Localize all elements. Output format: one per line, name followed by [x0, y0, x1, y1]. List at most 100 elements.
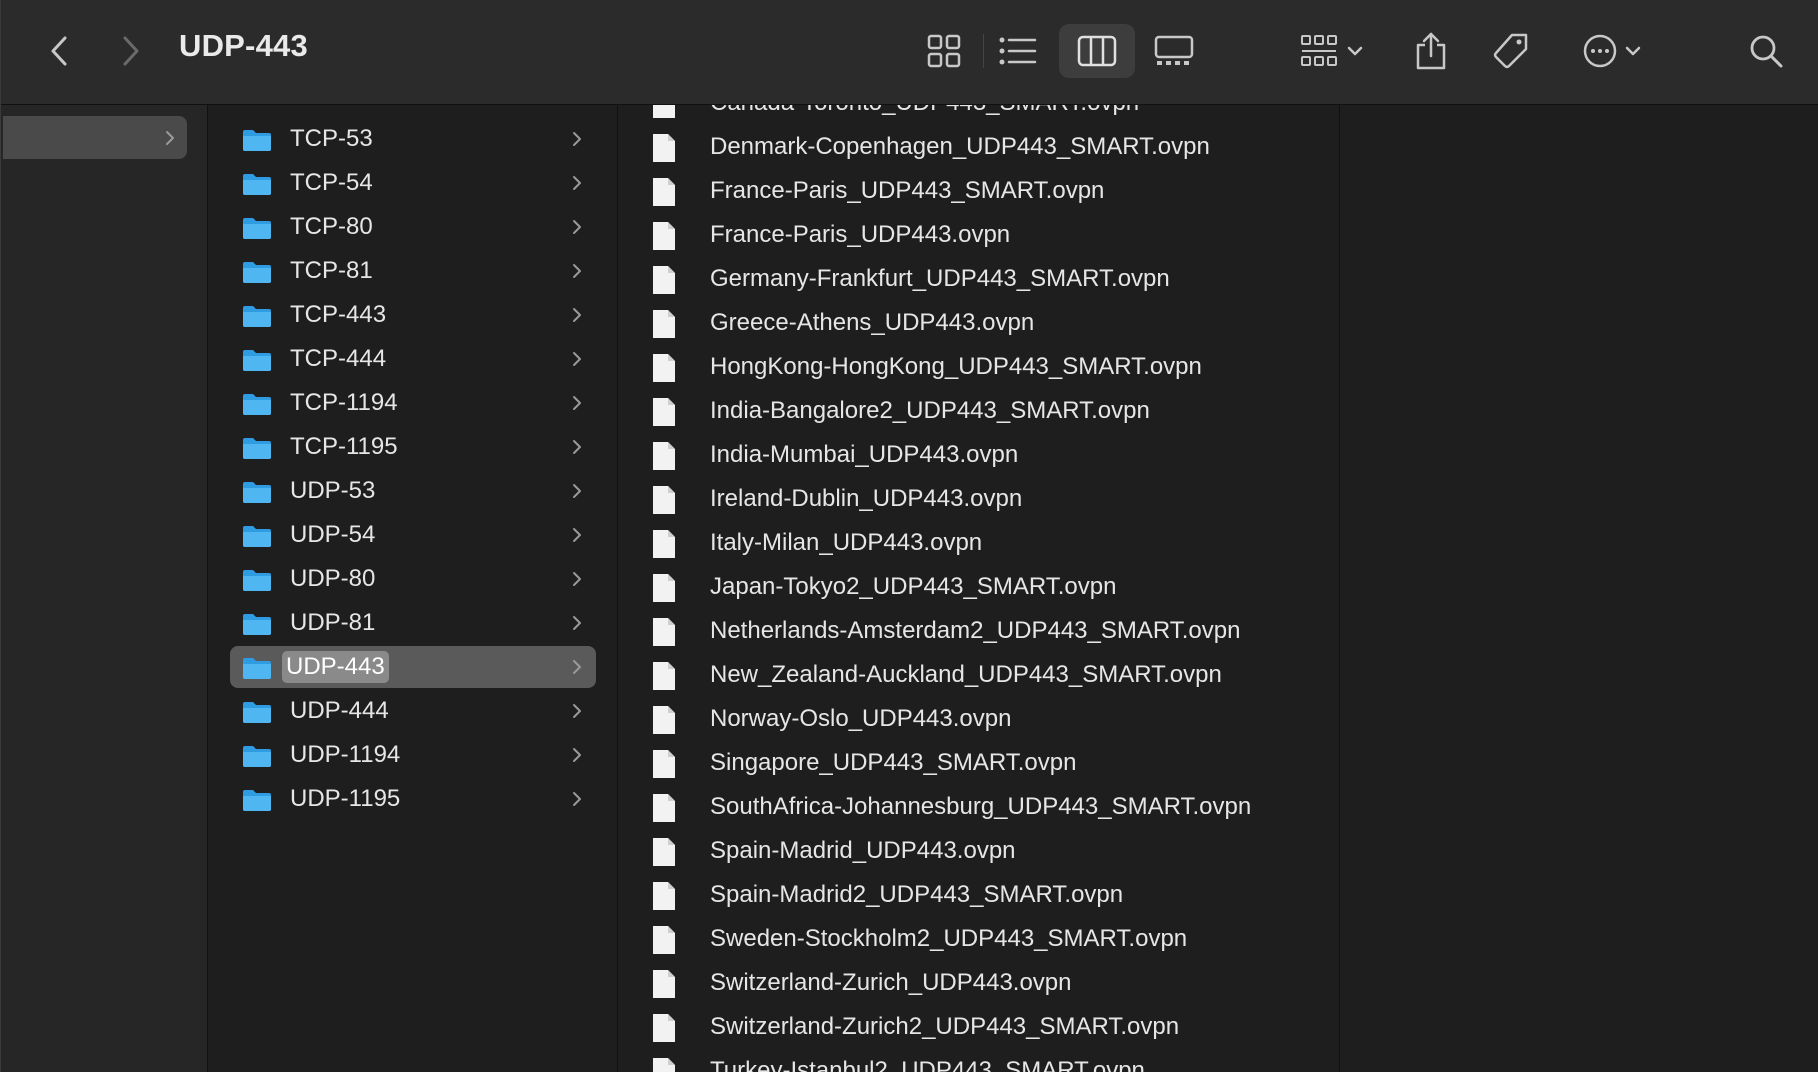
ellipsis-circle-icon [1583, 34, 1617, 68]
forward-button[interactable] [113, 30, 149, 72]
folder-row-udp-444[interactable]: UDP-444 [230, 690, 596, 732]
folder-row-udp-81[interactable]: UDP-81 [230, 602, 596, 644]
file-row[interactable]: France-Paris_UDP443.ovpn [652, 215, 1332, 255]
folder-row-tcp-1194[interactable]: TCP-1194 [230, 382, 596, 424]
chevron-right-icon [573, 528, 581, 542]
document-icon [653, 354, 675, 382]
chevron-right-icon [573, 220, 581, 234]
chevron-right-icon [573, 440, 581, 454]
file-row[interactable]: Turkey-Istanbul2_UDP443_SMART.ovpn [652, 1051, 1332, 1072]
files-column: Canada-Toronto_UDP443_SMART.ovpn Denmark… [618, 105, 1340, 1072]
document-icon [653, 398, 675, 426]
file-row[interactable]: Norway-Oslo_UDP443.ovpn [652, 699, 1332, 739]
column-view-button[interactable] [1059, 24, 1135, 78]
document-icon [653, 750, 675, 778]
file-row[interactable]: Netherlands-Amsterdam2_UDP443_SMART.ovpn [652, 611, 1332, 651]
preview-column [1340, 105, 1818, 1072]
file-row[interactable]: Singapore_UDP443_SMART.ovpn [652, 743, 1332, 783]
document-icon [653, 970, 675, 998]
folder-row-tcp-54[interactable]: TCP-54 [230, 162, 596, 204]
document-icon [653, 662, 675, 690]
chevron-right-icon [573, 484, 581, 498]
document-icon [653, 530, 675, 558]
file-row[interactable]: New_Zealand-Auckland_UDP443_SMART.ovpn [652, 655, 1332, 695]
folder-row-tcp-1195[interactable]: TCP-1195 [230, 426, 596, 468]
more-actions-button[interactable] [1573, 26, 1651, 76]
folder-icon [243, 658, 271, 679]
folder-row-udp-443[interactable]: UDP-443 [230, 646, 596, 688]
share-button[interactable] [1409, 24, 1453, 78]
file-label: Italy-Milan_UDP443.ovpn [710, 529, 983, 556]
file-label: Switzerland-Zurich_UDP443.ovpn [710, 969, 1072, 996]
folder-icon [243, 262, 271, 283]
folder-label: UDP-1194 [290, 741, 401, 768]
folder-row-tcp-444[interactable]: TCP-444 [230, 338, 596, 380]
folder-row-udp-1195[interactable]: UDP-1195 [230, 778, 596, 820]
chevron-down-icon [1347, 46, 1363, 56]
gallery-view-button[interactable] [1143, 26, 1205, 76]
document-icon [653, 1058, 675, 1072]
file-row[interactable]: Switzerland-Zurich_UDP443.ovpn [652, 963, 1332, 1003]
list-icon [999, 37, 1037, 65]
file-label: Denmark-Copenhagen_UDP443_SMART.ovpn [710, 133, 1210, 160]
file-label: Switzerland-Zurich2_UDP443_SMART.ovpn [710, 1013, 1180, 1040]
chevron-right-icon [573, 704, 581, 718]
toolbar-divider [983, 34, 984, 68]
file-label: SouthAfrica-Johannesburg_UDP443_SMART.ov… [710, 793, 1252, 820]
parent-column [1, 105, 208, 1072]
file-label: Spain-Madrid_UDP443.ovpn [710, 837, 1016, 864]
file-row[interactable]: Spain-Madrid_UDP443.ovpn [652, 831, 1332, 871]
chevron-right-icon [573, 308, 581, 322]
folder-label: UDP-1195 [290, 785, 401, 812]
search-button[interactable] [1743, 26, 1789, 76]
folder-row-tcp-443[interactable]: TCP-443 [230, 294, 596, 336]
file-row[interactable]: Switzerland-Zurich2_UDP443_SMART.ovpn [652, 1007, 1332, 1047]
folder-icon [243, 614, 271, 635]
folder-row-tcp-80[interactable]: TCP-80 [230, 206, 596, 248]
file-label: Turkey-Istanbul2_UDP443_SMART.ovpn [710, 1057, 1145, 1072]
file-label: India-Mumbai_UDP443.ovpn [710, 441, 1019, 468]
file-row[interactable]: Germany-Frankfurt_UDP443_SMART.ovpn [652, 259, 1332, 299]
folder-row-udp-1194[interactable]: UDP-1194 [230, 734, 596, 776]
folder-row-udp-80[interactable]: UDP-80 [230, 558, 596, 600]
folder-label: TCP-1195 [290, 433, 398, 460]
icon-view-button[interactable] [913, 26, 975, 76]
file-row[interactable]: Sweden-Stockholm2_UDP443_SMART.ovpn [652, 919, 1332, 959]
chevron-left-icon [51, 36, 67, 66]
document-icon [653, 266, 675, 294]
window-title: UDP-443 [179, 28, 308, 63]
file-row[interactable]: Italy-Milan_UDP443.ovpn [652, 523, 1332, 563]
file-row[interactable]: India-Bangalore2_UDP443_SMART.ovpn [652, 391, 1332, 431]
file-label: Spain-Madrid2_UDP443_SMART.ovpn [710, 881, 1124, 908]
tag-button[interactable] [1487, 26, 1535, 76]
file-row[interactable]: Greece-Athens_UDP443.ovpn [652, 303, 1332, 343]
folder-label: TCP-444 [290, 345, 387, 372]
parent-selected-row[interactable] [3, 116, 187, 159]
folder-row-udp-54[interactable]: UDP-54 [230, 514, 596, 556]
file-row[interactable]: Denmark-Copenhagen_UDP443_SMART.ovpn [652, 127, 1332, 167]
file-row[interactable]: SouthAfrica-Johannesburg_UDP443_SMART.ov… [652, 787, 1332, 827]
folder-row-tcp-81[interactable]: TCP-81 [230, 250, 596, 292]
folder-label: UDP-80 [290, 565, 376, 592]
file-row[interactable]: HongKong-HongKong_UDP443_SMART.ovpn [652, 347, 1332, 387]
document-icon [653, 618, 675, 646]
file-row[interactable]: Canada-Toronto_UDP443_SMART.ovpn [652, 105, 1332, 123]
file-row[interactable]: Japan-Tokyo2_UDP443_SMART.ovpn [652, 567, 1332, 607]
file-row[interactable]: Spain-Madrid2_UDP443_SMART.ovpn [652, 875, 1332, 915]
chevron-right-icon [573, 616, 581, 630]
file-label: Japan-Tokyo2_UDP443_SMART.ovpn [710, 573, 1117, 600]
folder-row-tcp-53[interactable]: TCP-53 [230, 118, 596, 160]
folder-label: UDP-53 [290, 477, 376, 504]
folder-label: UDP-443 [282, 651, 389, 683]
file-row[interactable]: France-Paris_UDP443_SMART.ovpn [652, 171, 1332, 211]
file-row[interactable]: India-Mumbai_UDP443.ovpn [652, 435, 1332, 475]
folder-row-udp-53[interactable]: UDP-53 [230, 470, 596, 512]
back-button[interactable] [41, 30, 77, 72]
document-icon [653, 574, 675, 602]
list-view-button[interactable] [987, 26, 1049, 76]
share-icon [1416, 32, 1446, 70]
file-row[interactable]: Ireland-Dublin_UDP443.ovpn [652, 479, 1332, 519]
gallery-icon [1154, 35, 1194, 65]
group-by-button[interactable] [1291, 26, 1373, 76]
document-icon [653, 706, 675, 734]
